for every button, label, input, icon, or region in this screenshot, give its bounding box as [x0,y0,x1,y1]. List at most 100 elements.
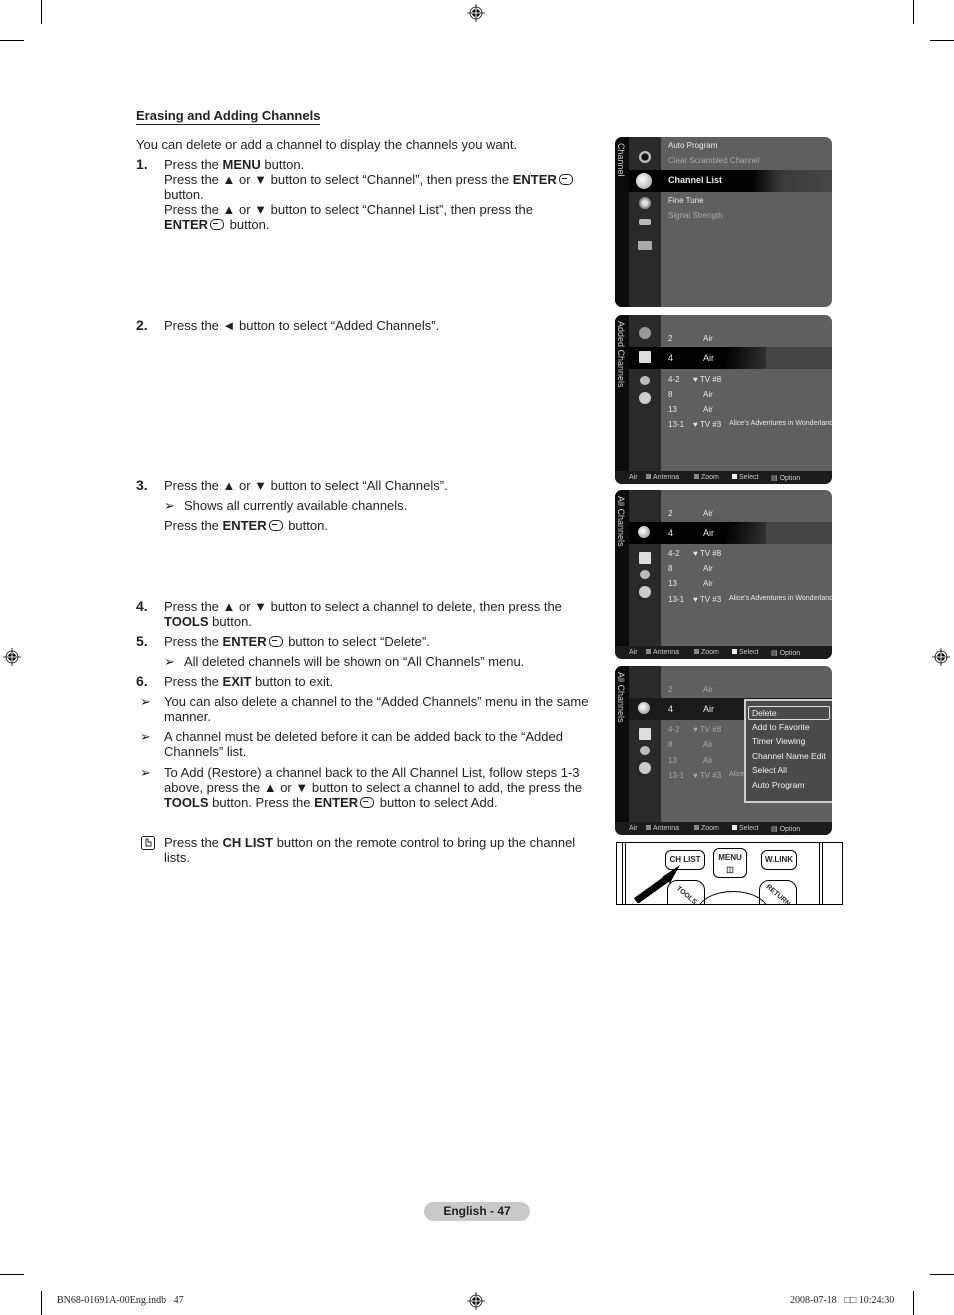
crop-mark [41,1291,42,1315]
intro-text: You can delete or add a channel to displ… [136,137,518,152]
step-number: 6. [136,673,148,689]
channel-row[interactable]: 13 Air [668,405,713,414]
channel-row[interactable]: 13 Air [668,579,713,588]
channel-row-selected[interactable]: 4 Air [668,353,714,363]
page-number-badge: English - 47 [424,1202,530,1221]
tools-popup-menu: Delete Add to Favorite Timer Viewing Cha… [744,699,832,803]
arrow-icon: ➢ [140,765,151,780]
popup-item-timer-viewing[interactable]: Timer Viewing [752,736,805,746]
channel-row[interactable]: 2 Air [668,334,713,343]
section-title: Erasing and Adding Channels [136,108,321,125]
step-6: 6. Press the EXIT button to exit. [136,673,334,690]
side-tab: Added Channels [615,315,629,484]
popup-item-add-favorite[interactable]: Add to Favorite [752,722,810,732]
picture-icon [639,151,651,163]
channel-row[interactable]: 13-1 ♥ TV #3 Alice’s Adventures in Wonderl… [668,595,832,604]
tip: Press the CH LIST button on the remote c… [136,835,596,865]
slug-date: 2008-07-18 □□ 10:24:30 [790,1295,895,1306]
crop-mark [913,1291,914,1315]
menu-item-channel-list[interactable]: Channel List [668,175,722,185]
step-number: 1. [136,156,148,172]
arrow-icon: ➢ [164,654,175,669]
step-line: Press the ▲ or ▼ button to select “Chann… [164,202,533,232]
enter-icon [268,636,283,647]
side-tab: Channel [615,137,629,307]
step-3-note: ➢ Shows all currently available channels. [164,498,408,513]
channel-row[interactable]: 8 Air [668,564,713,573]
menu-item-fine-tune[interactable]: Fine Tune [668,196,704,205]
step-4: 4. Press the ▲ or ▼ button to select a c… [136,598,562,630]
side-tab: All Channels [615,666,629,835]
crop-mark [930,1274,954,1275]
option-icon: ▤ Option [771,475,801,482]
programmed-icon [639,392,651,404]
note-item: ➢ You can also delete a channel to the “… [140,694,589,724]
channel-row[interactable]: 8 Air [668,740,713,749]
popup-item-select-all[interactable]: Select All [752,765,787,775]
all-channels-icon [638,526,650,538]
step-text: Press the ◄ button to select “Added Chan… [164,318,440,333]
registration-mark-icon [932,648,950,666]
added-channels-icon [639,351,651,363]
crop-mark [0,40,24,41]
step-1: 1. Press the MENU button. Press the ▲ or… [136,157,596,232]
popup-item-delete[interactable]: Delete [752,708,777,718]
footer-bar: Air Antenna Zoom Select ▤ Option [615,822,832,835]
step-text: Press the ▲ or ▼ button to select “All C… [164,478,448,493]
channel-row[interactable]: 2 Air [668,685,713,694]
channel-row[interactable]: 2 Air [668,509,713,518]
favorite-heart-icon [640,570,650,579]
enter-icon [360,797,375,808]
highlight-rest [766,522,832,544]
option-icon: ▤ Option [771,650,801,657]
crop-mark [41,0,42,24]
popup-item-auto-program[interactable]: Auto Program [752,780,804,790]
pointer-arrow-icon [633,865,680,903]
channel-row[interactable]: 4-2 ♥ TV #8 [668,375,721,384]
popup-item-channel-name-edit[interactable]: Channel Name Edit [752,751,826,761]
channel-row[interactable]: 4-2 ♥ TV #8 [668,725,721,734]
menu-item-auto-program[interactable]: Auto Program [668,141,717,150]
channel-row[interactable]: 13-1 ♥ TV #3 Alice’s Adventures in Wonderl… [668,420,832,429]
channel-row[interactable]: 13-1 ♥ TV #3 Alice [668,771,744,780]
step-2: 2. Press the ◄ button to select “Added C… [136,317,596,334]
enter-icon [558,174,573,185]
channel-row[interactable]: 8 Air [668,390,713,399]
step-line: Press the MENU button. [164,157,305,172]
arrow-icon: ➢ [140,694,151,709]
step-number: 2. [136,317,148,333]
menu-button[interactable]: MENU ◫ [713,848,747,878]
channel-row[interactable]: 4-2 ♥ TV #8 [668,549,721,558]
enter-icon [268,520,283,531]
tv-screen-channel-menu: Channel Auto Program Clear Scrambled Cha… [615,137,832,307]
favorite-heart-icon [640,746,650,755]
menu-item-signal-strength[interactable]: Signal Strength [668,211,723,220]
arrow-icon: ➢ [140,729,151,744]
setup-gear-icon [639,197,651,209]
channel-row-selected[interactable]: 4 Air [668,528,714,538]
programmed-icon [639,586,651,598]
crop-mark [0,1274,24,1275]
remote-tip-icon [141,836,155,850]
crop-mark [930,40,954,41]
channel-row[interactable]: 13 Air [668,756,713,765]
tv-screen-tools-popup: All Channels 2 Air 4 Air 4-2 ♥ TV #8 8 Air 1… [615,666,832,835]
all-channels-icon [639,327,651,339]
step-number: 3. [136,477,148,493]
programmed-icon [639,762,651,774]
step-5-note: ➢ All deleted channels will be shown on “… [164,654,525,669]
menu-icon: ◫ [726,865,734,874]
application-icon [638,241,652,250]
crop-mark [913,0,914,24]
registration-mark-icon [467,4,485,22]
side-tab: All Channels [615,490,629,659]
step-3: 3. Press the ▲ or ▼ button to select “Al… [136,477,596,494]
step-5: 5. Press the ENTER button to select “Del… [136,633,430,650]
wlink-button[interactable]: W.LINK [761,850,797,870]
enter-icon [210,219,225,230]
channel-row-selected[interactable]: 4 Air [668,704,714,714]
arrow-icon: ➢ [164,498,175,513]
menu-item-clear-scrambled[interactable]: Clear Scrambled Channel [668,156,760,165]
option-icon: ▤ Option [771,826,801,833]
step-line: Press the ▲ or ▼ button to select “Chann… [164,172,584,202]
